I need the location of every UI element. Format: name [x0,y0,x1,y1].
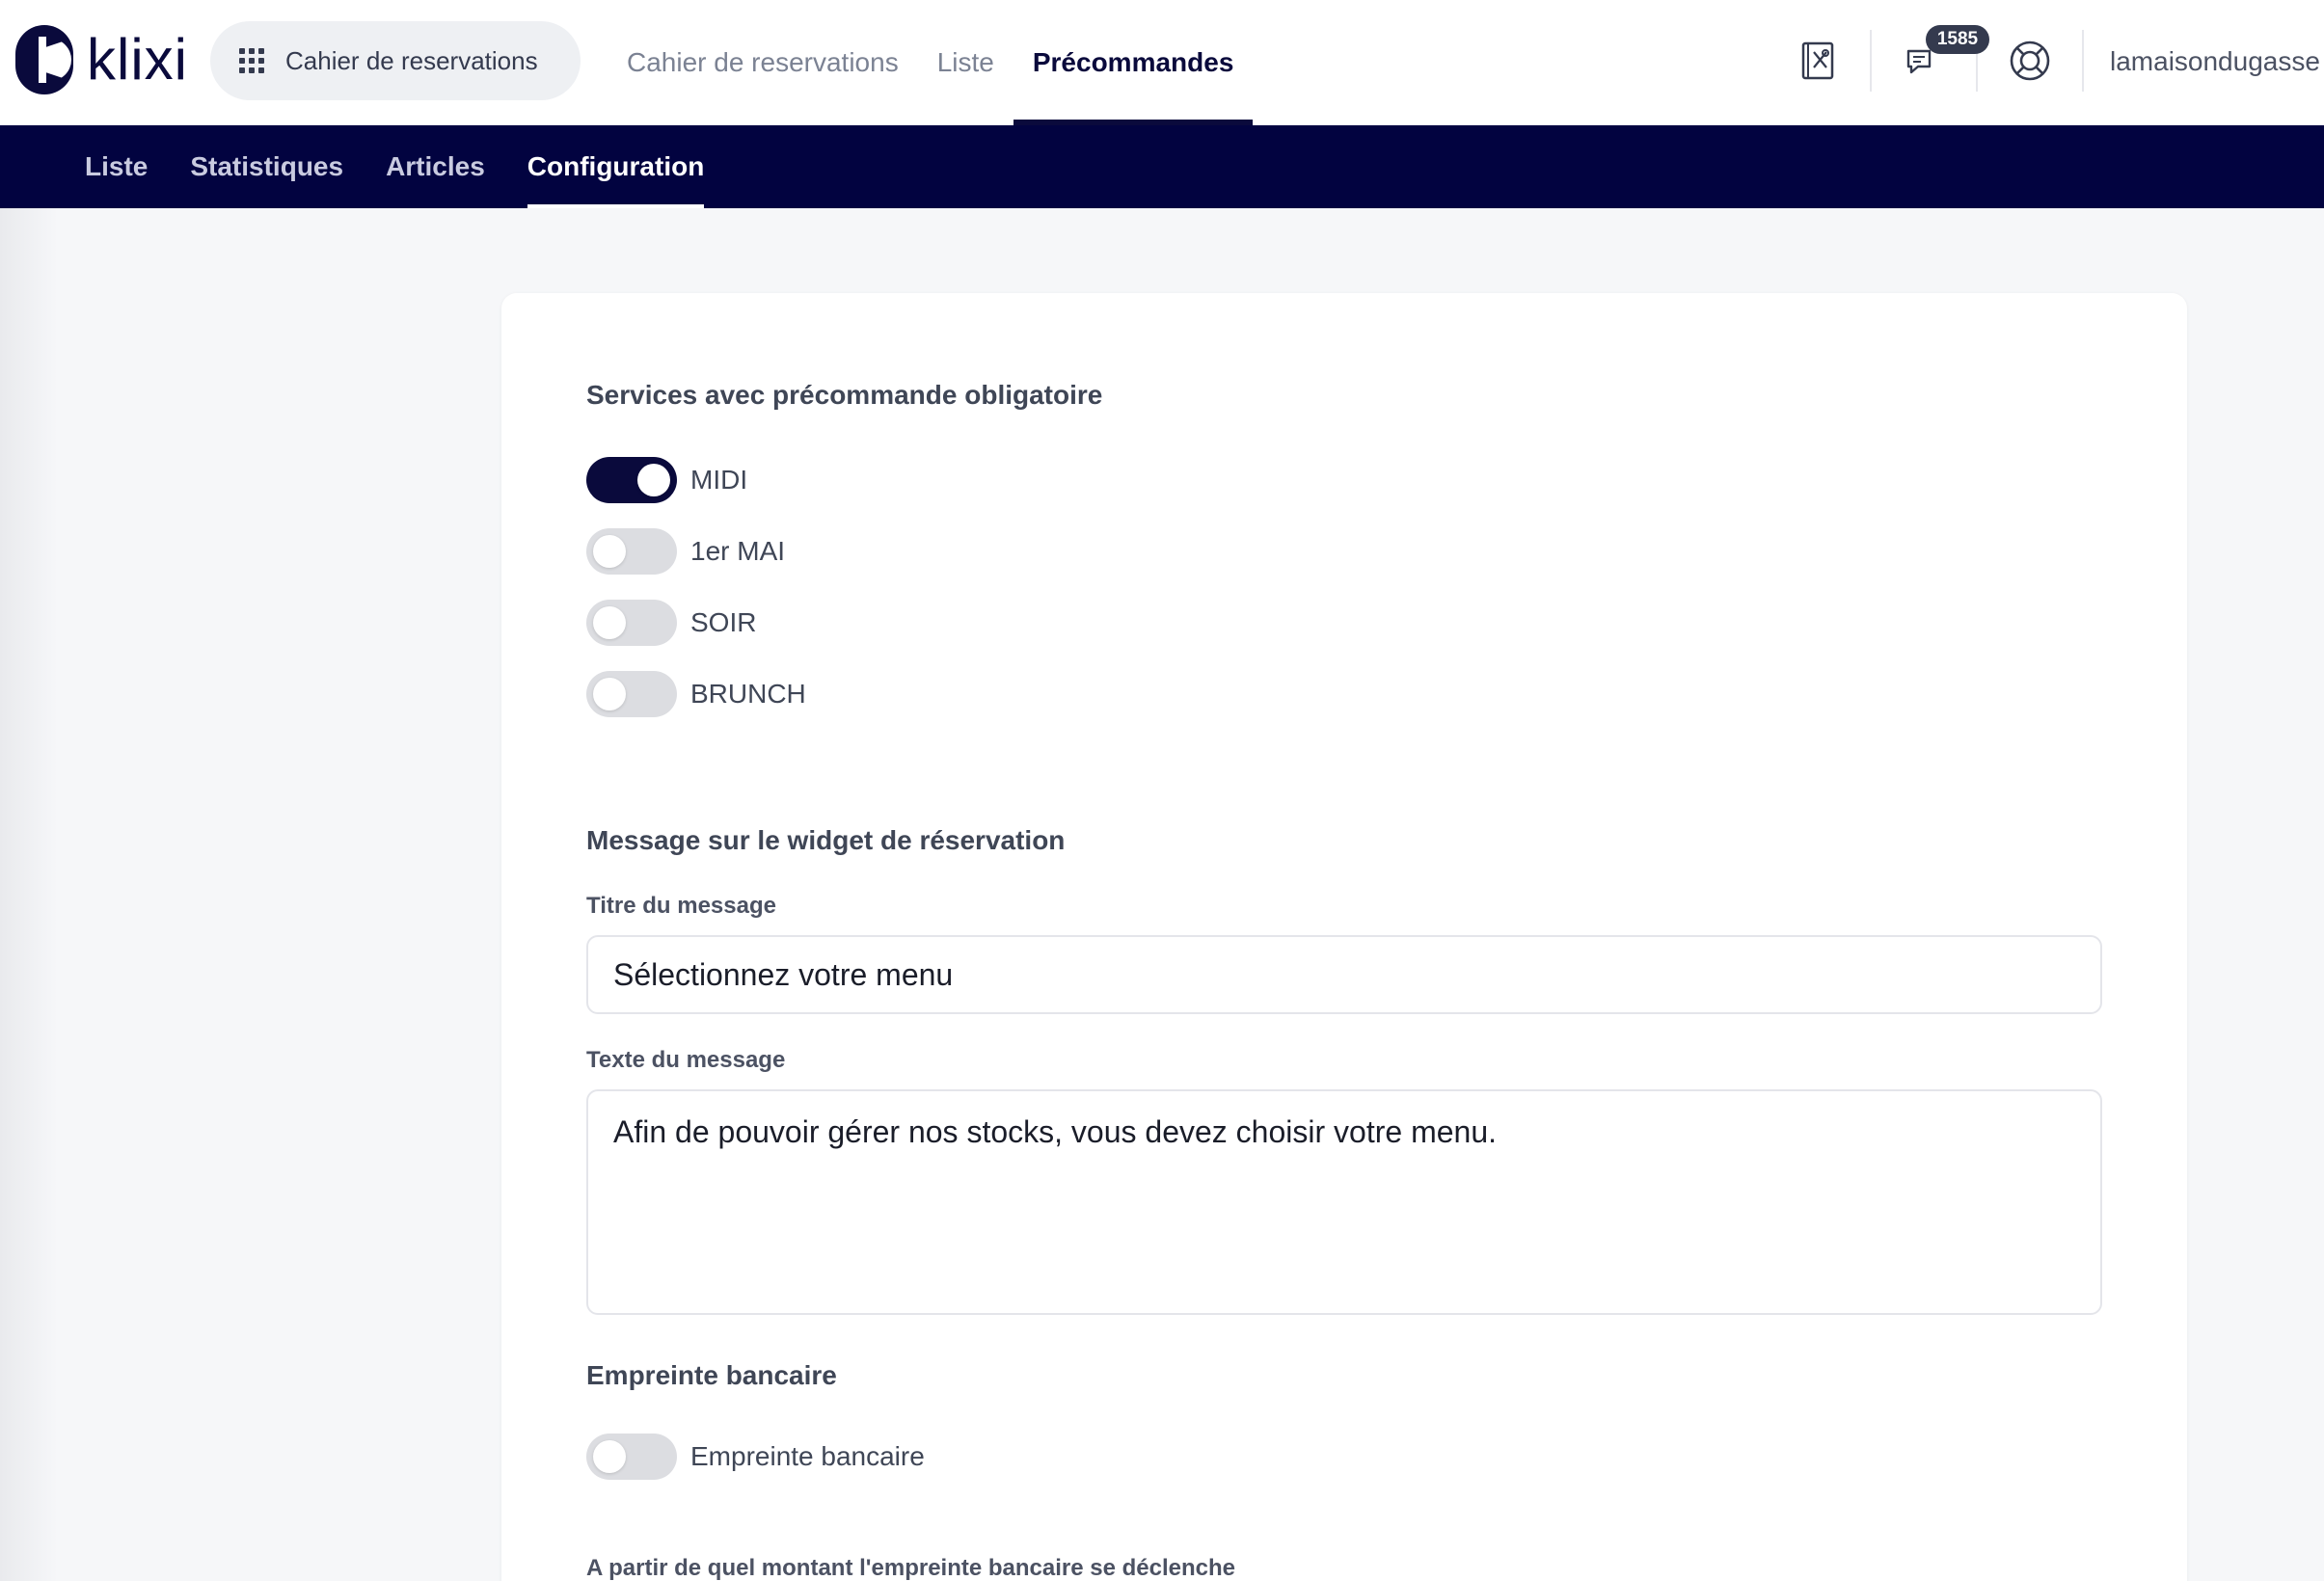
service-toggle-brunch[interactable]: BRUNCH [586,669,2187,719]
message-text-label: Texte du message [586,1047,786,1073]
messages-count-badge: 1585 [1926,25,1989,54]
toggle-knob [593,606,626,639]
toggle-switch[interactable] [586,600,677,646]
toggle-knob [593,1440,626,1473]
bank-imprint-label: Empreinte bancaire [690,1441,925,1471]
help-button[interactable] [1991,21,2068,100]
service-label: MIDI [690,465,748,495]
toggle-switch[interactable] [586,528,677,575]
klixi-logo[interactable]: klixi [15,23,188,96]
header-actions: 1585 [1779,21,2097,100]
lifebuoy-icon [2010,40,2050,81]
imprint-threshold-label: A partir de quel montant l'empreinte ban… [586,1555,1236,1581]
app-switcher-button[interactable]: Cahier de reservations [210,21,581,100]
top-nav-precommandes[interactable]: Précommandes [1013,0,1254,125]
logo-mark-icon [15,25,73,94]
toggle-knob [593,678,626,710]
message-text-area[interactable]: Afin de pouvoir gérer nos stocks, vous d… [586,1089,2102,1315]
toggle-switch[interactable] [586,1434,677,1480]
left-panel-edge [0,208,58,1581]
service-label: SOIR [690,607,757,637]
configuration-card: Services avec précommande obligatoire MI… [501,293,2187,1581]
sub-nav-liste[interactable]: Liste [64,125,169,208]
sub-nav-articles[interactable]: Articles [365,125,506,208]
message-title-label: Titre du message [586,893,776,919]
menu-card-icon [1801,41,1834,80]
logo-text: klixi [87,27,188,92]
toggle-knob [637,464,670,496]
sub-nav-configuration[interactable]: Configuration [506,125,726,208]
grid-icon [239,48,264,73]
user-account-menu[interactable]: lamaisondugasse [2110,0,2324,123]
top-nav-cahier[interactable]: Cahier de reservations [608,0,918,125]
sub-navigation: Liste Statistiques Articles Configuratio… [0,125,2324,208]
top-header: klixi Cahier de reservations Cahier de r… [0,0,2324,125]
header-divider [2082,30,2084,92]
bank-imprint-section-title: Empreinte bancaire [586,1360,837,1390]
sub-nav-statistiques[interactable]: Statistiques [169,125,365,208]
widget-message-section-title: Message sur le widget de réservation [586,825,1066,855]
service-label: BRUNCH [690,679,806,709]
service-toggle-soir[interactable]: SOIR [586,598,2187,648]
message-title-input[interactable] [586,935,2102,1014]
top-navigation: Cahier de reservations Liste Précommande… [608,0,1253,125]
messages-button[interactable]: 1585 [1885,21,1989,100]
bank-imprint-toggle[interactable]: Empreinte bancaire [586,1432,2187,1482]
service-toggle-midi[interactable]: MIDI [586,455,2187,505]
toggle-switch[interactable] [586,671,677,717]
menu-card-button[interactable] [1779,21,1856,100]
header-divider [1870,30,1872,92]
service-label: 1er MAI [690,536,786,566]
toggle-switch[interactable] [586,457,677,503]
app-switcher-label: Cahier de reservations [285,45,538,75]
service-toggle-1er-mai[interactable]: 1er MAI [586,526,2187,576]
top-nav-liste[interactable]: Liste [918,0,1013,125]
services-section-title: Services avec précommande obligatoire [586,380,1103,410]
toggle-knob [593,535,626,568]
